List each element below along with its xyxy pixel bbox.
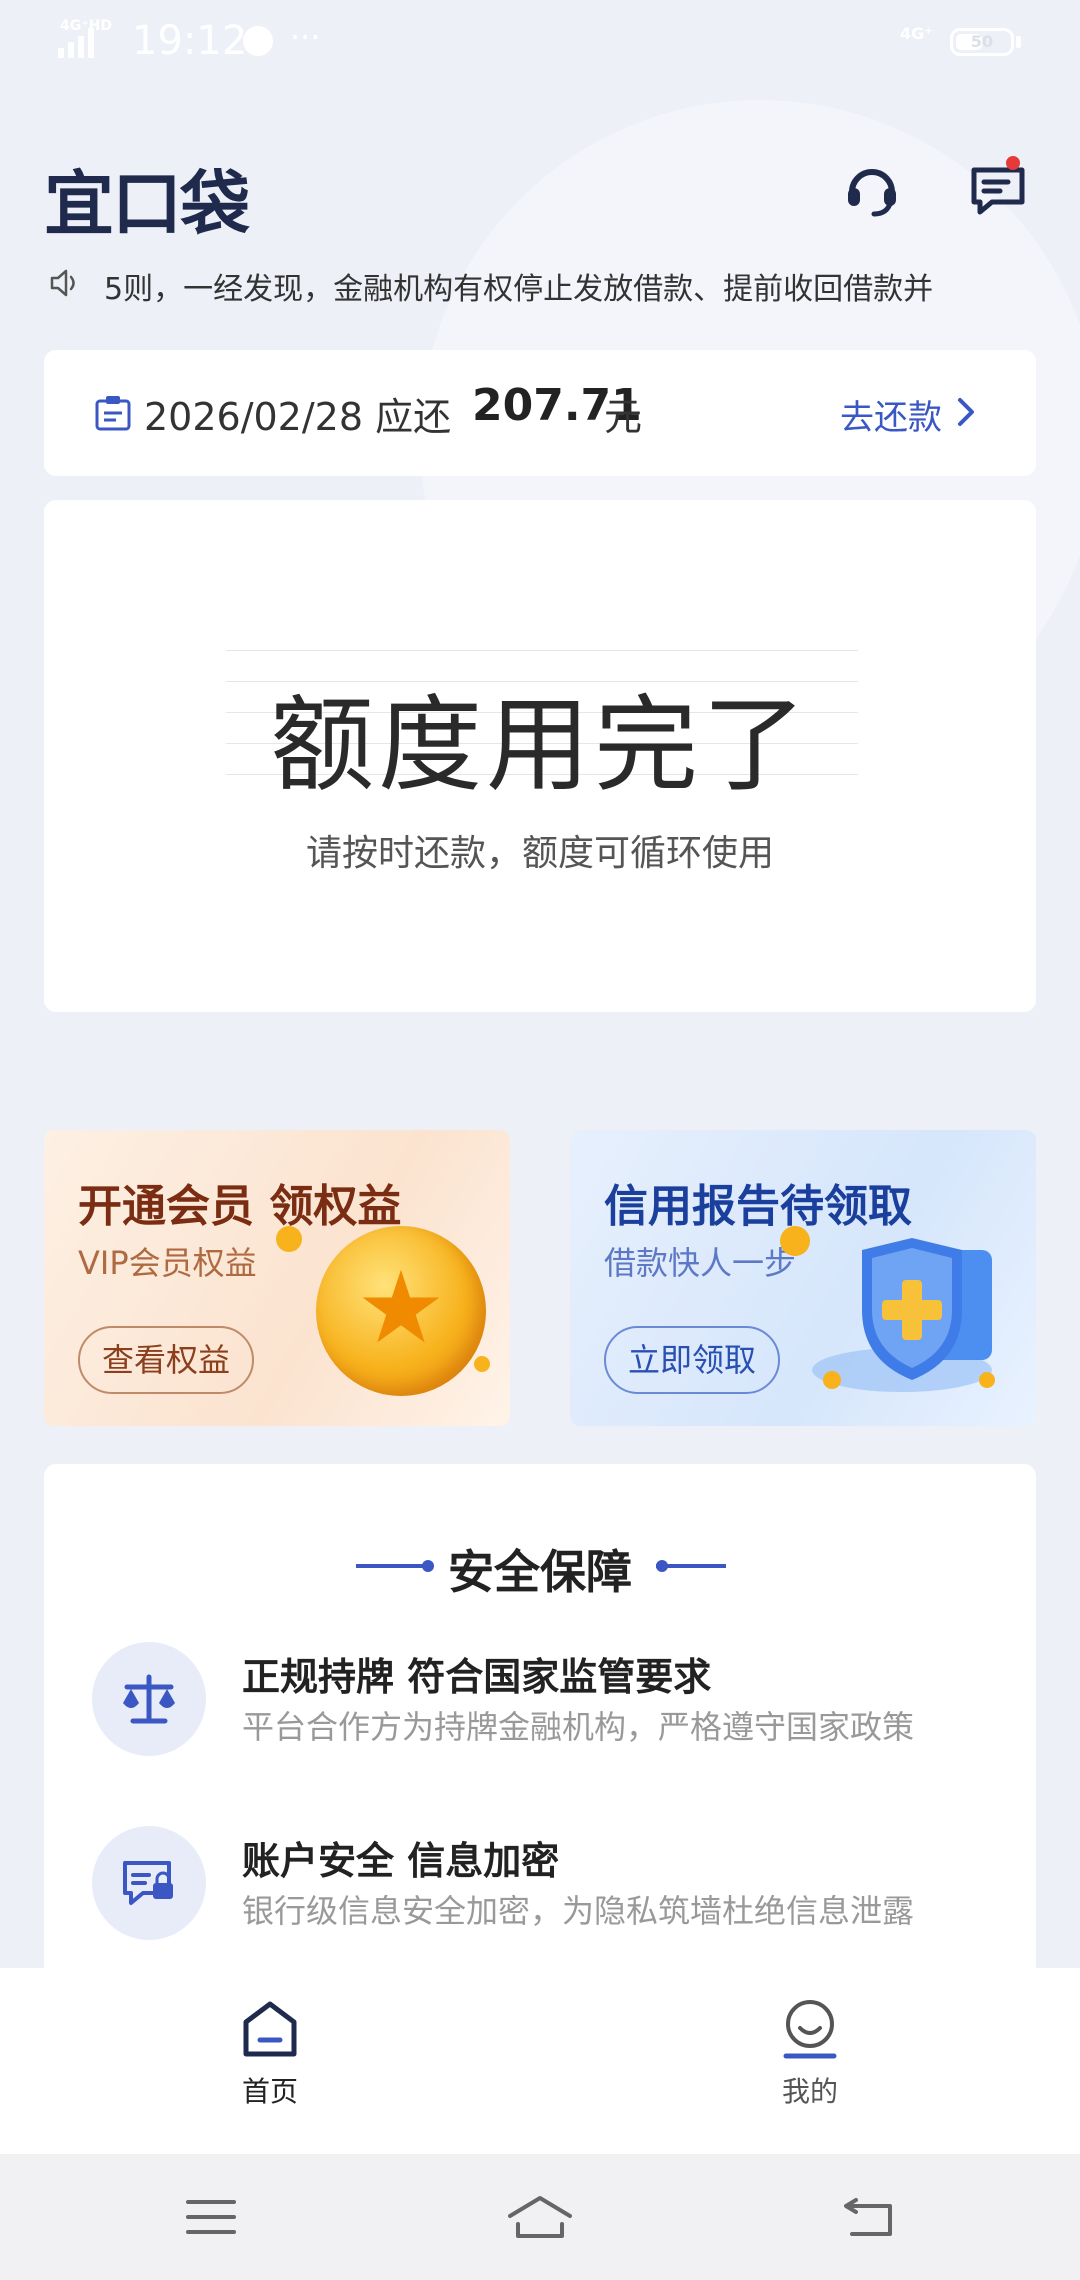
repayment-card[interactable]: 2026/02/28 应还 207.71 元 去还款 [44,350,1036,476]
more-notifications-icon: ··· [290,18,321,56]
status-bar: 4G⁺HD 19:12 ··· 4G⁺ 50 [0,0,1080,84]
quota-status-title: 额度用完了 [269,684,810,806]
vip-promo-subtitle: VIP会员权益 [78,1244,257,1282]
signal-icon [58,22,98,58]
claim-report-button[interactable]: 立即领取 [604,1326,781,1394]
notice-text: 5则，一经发现，金融机构有权停止发放借款、提前收回借款并 [104,272,934,307]
bill-icon [95,396,131,431]
speaker-icon [50,269,75,297]
scale-icon [123,1674,175,1724]
back-icon[interactable] [842,2194,896,2240]
security-item: 账户安全 信息加密 银行级信息安全加密，为隐私筑墙杜绝信息泄露 [92,1826,992,1946]
security-item-title: 正规持牌 符合国家监管要求 [242,1655,712,1699]
gold-coin-icon: ★ [316,1226,486,1396]
network-type-right: 4G⁺ [900,24,933,43]
quota-status-subtitle: 请按时还款，额度可循环使用 [305,833,774,874]
system-nav-bar [0,2154,1080,2280]
security-item-desc: 平台合作方为持牌金融机构，严格遵守国家政策 [242,1708,915,1746]
bottom-tab-bar: 首页 我的 [0,1968,1080,2154]
home-icon [243,2001,297,2057]
shield-icon [812,1238,995,1392]
vip-promo-card[interactable]: 开通会员 领权益 VIP会员权益 ★ 查看权益 [44,1130,510,1426]
app-logo: 宜口袋 [44,163,250,245]
security-item: 正规持牌 符合国家监管要求 平台合作方为持牌金融机构，严格遵守国家政策 [92,1642,992,1762]
battery-icon: 50 [950,28,1014,56]
battery-level: 50 [970,32,994,51]
view-benefits-button[interactable]: 查看权益 [78,1326,255,1394]
security-item-desc: 银行级信息安全加密，为隐私筑墙杜绝信息泄露 [242,1892,915,1930]
security-title: 安全保障 [448,1545,632,1599]
tab-home-label: 首页 [241,2075,298,2108]
vip-promo-title: 开通会员 领权益 [78,1181,402,1232]
menu-icon[interactable] [184,2194,238,2240]
chevron-right-icon [958,398,974,426]
alarm-icon [243,26,273,56]
quota-card: 额度用完了 请按时还款，额度可循环使用 [44,500,1036,1012]
profile-icon [783,2000,837,2059]
tab-mine[interactable]: 我的 [730,1998,890,2128]
customer-service-icon[interactable] [842,160,902,220]
tab-mine-label: 我的 [781,2075,838,2108]
security-section: 安全保障 正规持牌 符合国家监管要求 平台合作方为持牌金融机构，严格遵守国家政策 [44,1464,1036,1984]
home-nav-icon[interactable] [504,2194,576,2240]
repay-button[interactable]: 去还款 [840,390,942,439]
tab-home[interactable]: 首页 [190,1998,350,2128]
credit-promo-subtitle: 借款快人一步 [604,1244,797,1282]
security-item-title: 账户安全 信息加密 [242,1839,560,1883]
repayment-unit: 元 [604,395,643,439]
unread-badge [1006,156,1020,170]
secure-card-icon [123,1861,173,1905]
credit-promo-title: 信用报告待领取 [604,1181,912,1232]
message-icon[interactable] [968,160,1028,220]
credit-report-promo-card[interactable]: 信用报告待领取 借款快人一步 立即领取 [570,1130,1036,1426]
repayment-date: 2026/02/28 应还 [144,395,452,439]
status-time: 19:12 [132,18,248,64]
notice-marquee[interactable]: 5则，一经发现，金融机构有权停止发放借款、提前收回借款并 [48,258,1032,308]
